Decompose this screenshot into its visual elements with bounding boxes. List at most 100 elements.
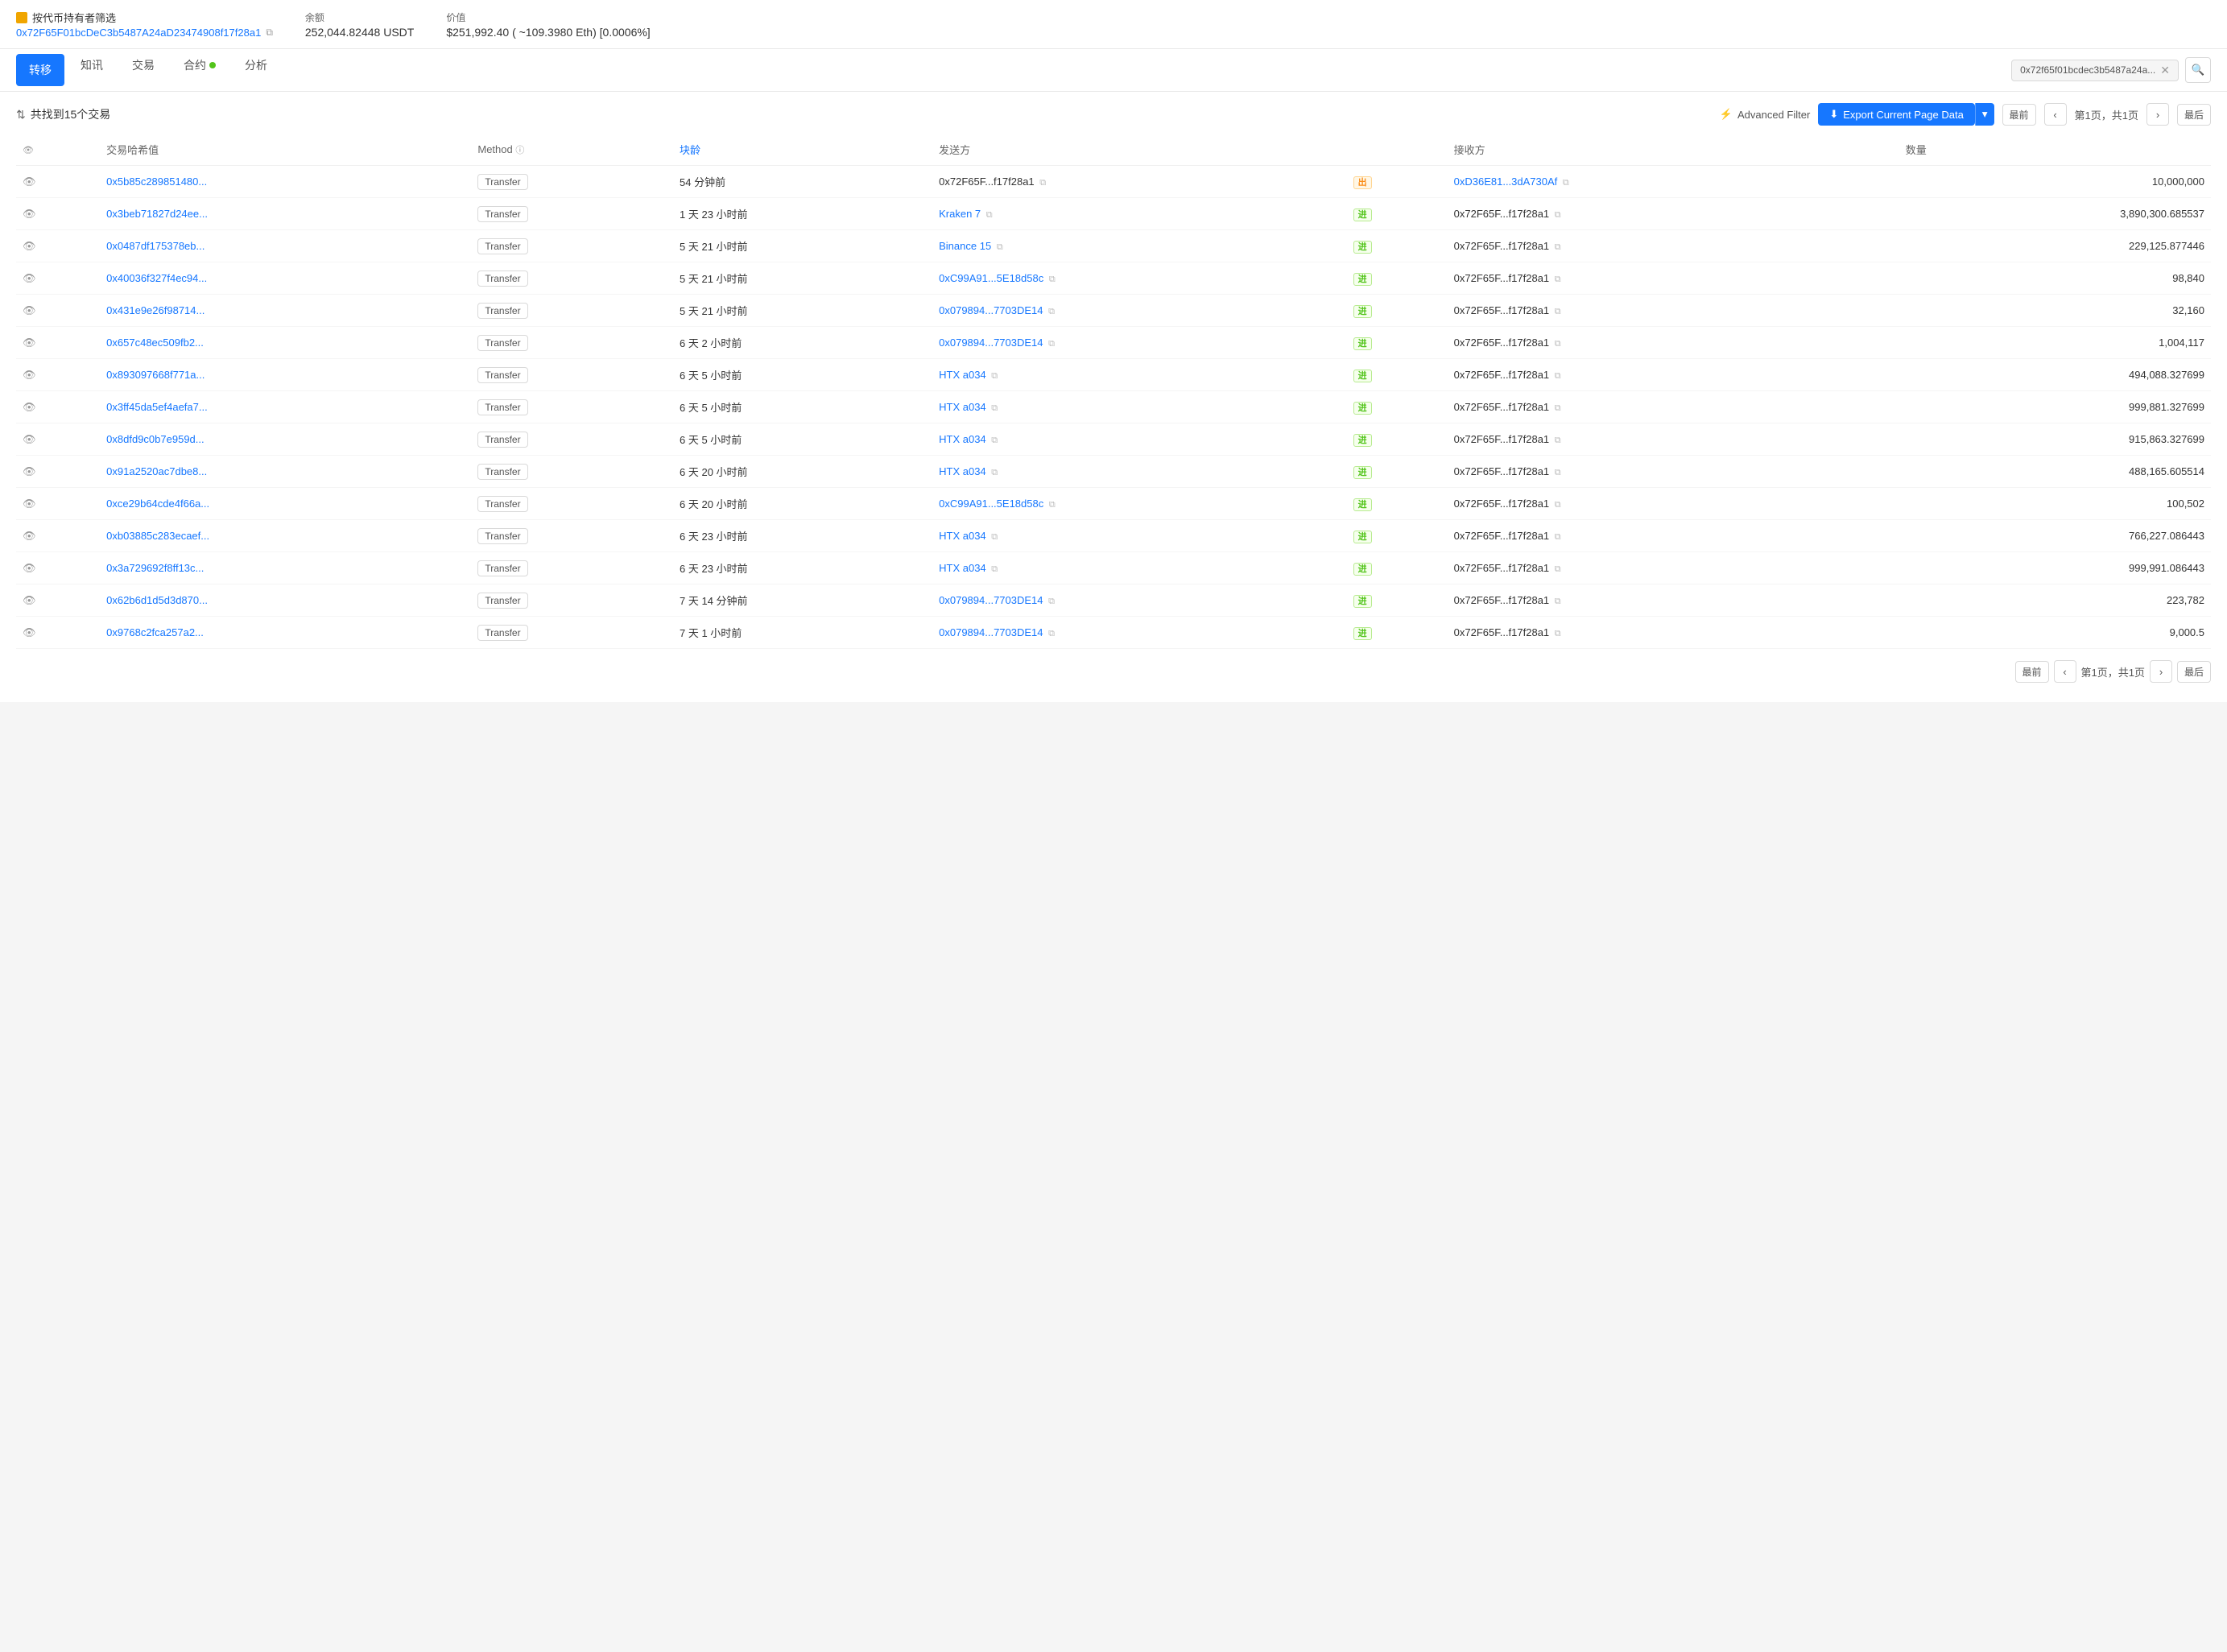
sender-link[interactable]: 0x079894...7703DE14 — [939, 626, 1043, 638]
row-eye-icon[interactable]: 👁 — [23, 304, 36, 316]
copy-sender-icon[interactable]: ⧉ — [991, 371, 998, 381]
copy-sender-icon[interactable]: ⧉ — [991, 468, 998, 477]
address-link[interactable]: 0x72F65F01bcDeC3b5487A24aD23474908f17f28… — [16, 27, 261, 39]
direction-badge: 进 — [1353, 627, 1372, 640]
row-amount: 915,863.327699 — [1899, 423, 2211, 456]
sender-link[interactable]: HTX a034 — [939, 433, 986, 445]
tx-hash-link[interactable]: 0x62b6d1d5d3d870... — [106, 594, 208, 606]
copy-receiver-icon[interactable]: ⧉ — [1555, 210, 1561, 220]
copy-sender-icon[interactable]: ⧉ — [991, 532, 998, 542]
export-dropdown-button[interactable]: ▾ — [1975, 103, 1994, 126]
sender-link[interactable]: 0x079894...7703DE14 — [939, 337, 1043, 349]
row-eye-icon[interactable]: 👁 — [23, 176, 36, 188]
search-button[interactable]: 🔍 — [2185, 57, 2211, 83]
row-eye-icon[interactable]: 👁 — [23, 626, 36, 638]
copy-sender-icon[interactable]: ⧉ — [1048, 339, 1055, 349]
tx-hash-link[interactable]: 0x3beb71827d24ee... — [106, 208, 208, 220]
copy-sender-icon[interactable]: ⧉ — [1048, 307, 1055, 316]
tab-trade[interactable]: 交易 — [119, 49, 167, 91]
bottom-first-button[interactable]: 最前 — [2015, 661, 2049, 683]
tx-hash-link[interactable]: 0x5b85c289851480... — [106, 176, 207, 188]
sender-link[interactable]: 0xC99A91...5E18d58c — [939, 272, 1043, 284]
copy-receiver-icon[interactable]: ⧉ — [1555, 564, 1561, 574]
row-eye-icon[interactable]: 👁 — [23, 498, 36, 510]
tx-hash-link[interactable]: 0x431e9e26f98714... — [106, 304, 205, 316]
copy-sender-icon[interactable]: ⧉ — [991, 403, 998, 413]
copy-receiver-icon[interactable]: ⧉ — [1555, 436, 1561, 445]
copy-sender-icon[interactable]: ⧉ — [1039, 178, 1046, 188]
copy-receiver-icon[interactable]: ⧉ — [1555, 597, 1561, 606]
tx-hash-link[interactable]: 0x3a729692f8ff13c... — [106, 562, 204, 574]
sender-link[interactable]: HTX a034 — [939, 465, 986, 477]
row-eye-icon[interactable]: 👁 — [23, 369, 36, 381]
bottom-pagination: 最前 ‹ 第1页，共1页 › 最后 — [16, 649, 2211, 686]
tx-hash-link[interactable]: 0x893097668f771a... — [106, 369, 205, 381]
copy-receiver-icon[interactable]: ⧉ — [1555, 532, 1561, 542]
copy-receiver-icon[interactable]: ⧉ — [1555, 371, 1561, 381]
bottom-prev-button[interactable]: ‹ — [2054, 660, 2076, 683]
copy-receiver-icon[interactable]: ⧉ — [1555, 307, 1561, 316]
sender-link[interactable]: HTX a034 — [939, 530, 986, 542]
tx-hash-link[interactable]: 0x91a2520ac7dbe8... — [106, 465, 207, 477]
tab-transfer[interactable]: 转移 — [16, 54, 64, 86]
row-eye-icon[interactable]: 👁 — [23, 208, 36, 220]
first-page-button[interactable]: 最前 — [2002, 104, 2036, 126]
advanced-filter-button[interactable]: ⚡ Advanced Filter — [1720, 108, 1811, 121]
row-eye-icon[interactable]: 👁 — [23, 433, 36, 445]
tx-hash-link[interactable]: 0x0487df175378eb... — [106, 240, 205, 252]
next-page-button[interactable]: › — [2146, 103, 2169, 126]
row-eye-icon[interactable]: 👁 — [23, 562, 36, 574]
row-eye-icon[interactable]: 👁 — [23, 337, 36, 349]
tab-analysis[interactable]: 分析 — [232, 49, 280, 91]
tx-hash-link[interactable]: 0x3ff45da5ef4aefa7... — [106, 401, 208, 413]
tx-hash-link[interactable]: 0x657c48ec509fb2... — [106, 337, 204, 349]
copy-receiver-icon[interactable]: ⧉ — [1555, 468, 1561, 477]
tx-hash-link[interactable]: 0x9768c2fca257a2... — [106, 626, 204, 638]
sender-link[interactable]: 0x079894...7703DE14 — [939, 304, 1043, 316]
row-eye-icon[interactable]: 👁 — [23, 530, 36, 542]
bottom-next-button[interactable]: › — [2150, 660, 2172, 683]
sender-link[interactable]: Binance 15 — [939, 240, 991, 252]
row-eye-icon[interactable]: 👁 — [23, 465, 36, 477]
row-eye-icon[interactable]: 👁 — [23, 594, 36, 606]
tx-hash-link[interactable]: 0x40036f327f4ec94... — [106, 272, 207, 284]
row-eye-icon[interactable]: 👁 — [23, 272, 36, 284]
tx-hash-link[interactable]: 0xb03885c283ecaef... — [106, 530, 209, 542]
prev-page-button[interactable]: ‹ — [2044, 103, 2067, 126]
sender-link[interactable]: Kraken 7 — [939, 208, 981, 220]
row-eye-icon[interactable]: 👁 — [23, 240, 36, 252]
sender-link[interactable]: HTX a034 — [939, 562, 986, 574]
copy-sender-icon[interactable]: ⧉ — [1049, 500, 1056, 510]
copy-sender-icon[interactable]: ⧉ — [1048, 597, 1055, 606]
copy-sender-icon[interactable]: ⧉ — [991, 564, 998, 574]
sender-link[interactable]: HTX a034 — [939, 369, 986, 381]
result-count: ⇅ 共找到15个交易 — [16, 106, 110, 122]
copy-receiver-icon[interactable]: ⧉ — [1555, 275, 1561, 284]
row-eye-icon[interactable]: 👁 — [23, 401, 36, 413]
copy-sender-icon[interactable]: ⧉ — [991, 436, 998, 445]
toolbar-right: ⚡ Advanced Filter ⬇ Export Current Page … — [1720, 103, 2211, 126]
copy-sender-icon[interactable]: ⧉ — [997, 242, 1003, 252]
copy-receiver-icon[interactable]: ⧉ — [1563, 178, 1569, 188]
copy-receiver-icon[interactable]: ⧉ — [1555, 500, 1561, 510]
sender-link[interactable]: HTX a034 — [939, 401, 986, 413]
copy-address-icon[interactable]: ⧉ — [266, 27, 273, 39]
copy-sender-icon[interactable]: ⧉ — [1048, 629, 1055, 638]
copy-receiver-icon[interactable]: ⧉ — [1555, 629, 1561, 638]
tab-contract[interactable]: 合约 — [171, 49, 229, 91]
export-button[interactable]: ⬇ Export Current Page Data — [1818, 103, 1974, 126]
copy-sender-icon[interactable]: ⧉ — [1049, 275, 1056, 284]
copy-receiver-icon[interactable]: ⧉ — [1555, 403, 1561, 413]
tab-news[interactable]: 知讯 — [68, 49, 116, 91]
sender-link[interactable]: 0xC99A91...5E18d58c — [939, 498, 1043, 510]
close-tag-button[interactable]: ✕ — [2160, 64, 2170, 77]
bottom-last-button[interactable]: 最后 — [2177, 661, 2211, 683]
copy-sender-icon[interactable]: ⧉ — [986, 210, 993, 220]
tx-hash-link[interactable]: 0xce29b64cde4f66a... — [106, 498, 209, 510]
tx-hash-link[interactable]: 0x8dfd9c0b7e959d... — [106, 433, 204, 445]
last-page-button[interactable]: 最后 — [2177, 104, 2211, 126]
receiver-link[interactable]: 0xD36E81...3dA730Af — [1454, 176, 1558, 188]
sender-link[interactable]: 0x079894...7703DE14 — [939, 594, 1043, 606]
copy-receiver-icon[interactable]: ⧉ — [1555, 339, 1561, 349]
copy-receiver-icon[interactable]: ⧉ — [1555, 242, 1561, 252]
